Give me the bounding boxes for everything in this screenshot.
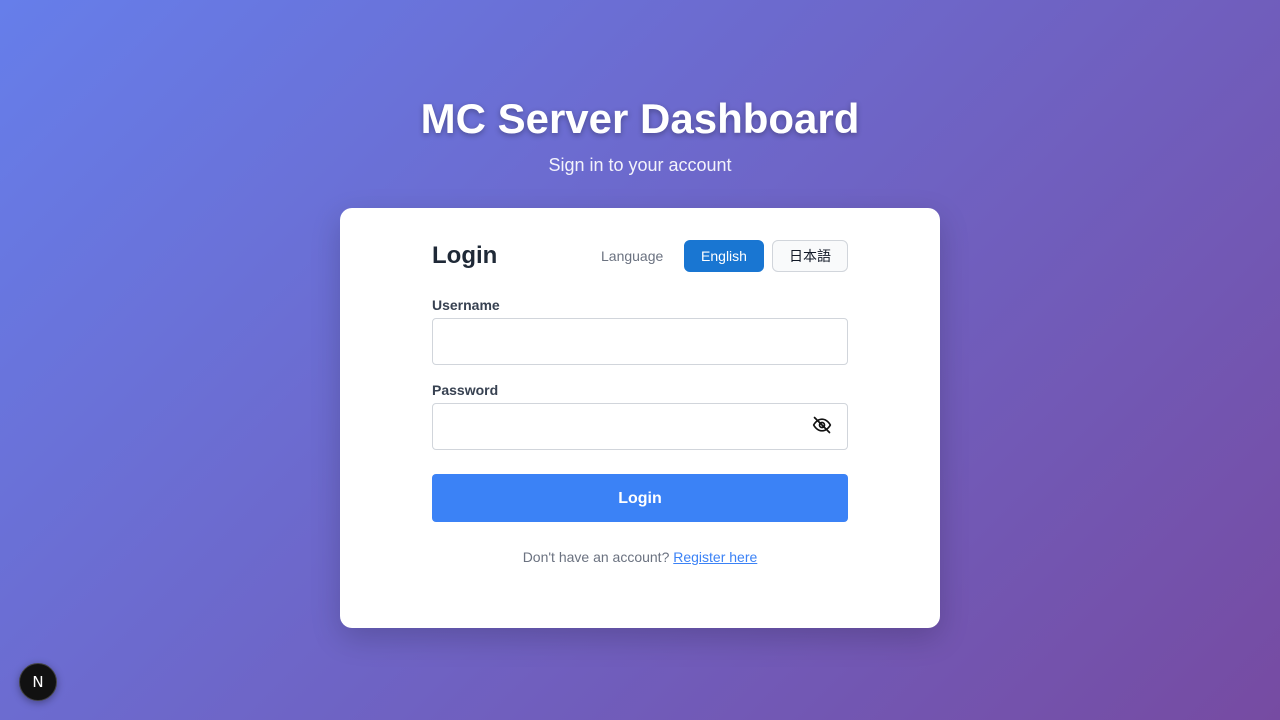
eye-off-icon [812,415,832,440]
login-card: Login Language English 日本語 Username Pass… [340,208,940,628]
nextjs-dev-badge[interactable]: N [19,663,57,701]
language-english-button[interactable]: English [684,240,764,272]
register-prompt: Don't have an account? [522,549,670,565]
nextjs-logo-icon: N [32,673,44,691]
password-label: Password [432,382,499,398]
username-input[interactable] [432,318,848,365]
username-label: Username [432,297,500,313]
password-input[interactable] [432,403,848,450]
language-japanese-button[interactable]: 日本語 [772,240,848,272]
register-row: Don't have an account? Register here [340,548,940,566]
language-label: Language [601,248,664,264]
page-subtitle: Sign in to your account [548,155,732,175]
password-visibility-toggle[interactable] [810,415,834,439]
login-submit-button[interactable]: Login [432,474,848,522]
login-heading: Login [432,242,498,269]
register-link[interactable]: Register here [673,549,757,565]
page-title: MC Server Dashboard [420,95,860,142]
